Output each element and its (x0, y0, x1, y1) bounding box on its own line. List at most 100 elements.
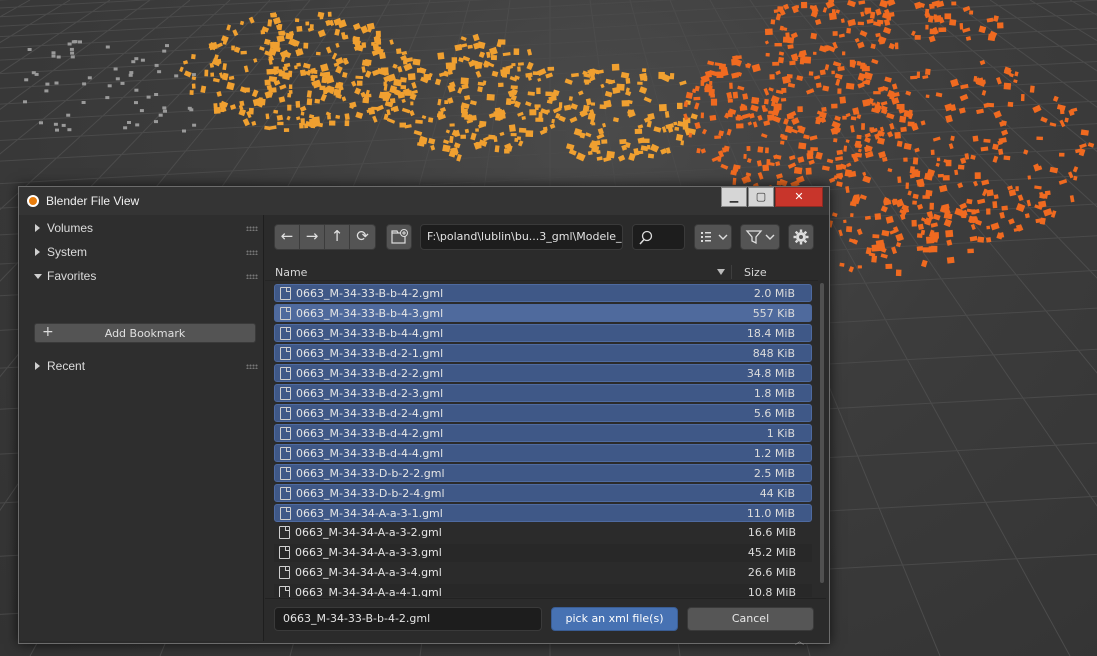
file-row[interactable]: 0663_M-34-33-B-d-2-3.gml 1.8 MiB (274, 384, 812, 402)
file-list[interactable]: 0663_M-34-33-B-b-4-2.gml 2.0 MiB 0663_M-34… (265, 283, 818, 597)
file-size: 16.6 MiB (747, 526, 796, 539)
sidebar-section-system[interactable]: System (20, 242, 264, 264)
sidebar-section-recent[interactable]: Recent (20, 356, 264, 378)
filename-input[interactable]: 0663_M-34-33-B-b-4-2.gml (274, 607, 542, 631)
back-arrow-icon[interactable]: ← (275, 225, 300, 249)
file-name: 0663_M-34-33-B-b-4-2.gml (296, 287, 444, 300)
file-row[interactable]: 0663_M-34-34-A-a-3-1.gml 11.0 MiB (274, 504, 812, 522)
search-icon (639, 230, 653, 245)
file-icon (279, 566, 290, 579)
display-mode-dropdown[interactable] (694, 224, 732, 250)
navigation-buttons: ← → ↑ ⟳ (274, 224, 376, 250)
search-input[interactable] (632, 224, 685, 250)
chevron-down-icon (765, 234, 775, 240)
file-name: 0663_M-34-33-B-d-4-2.gml (296, 427, 444, 440)
file-row[interactable]: 0663_M-34-33-D-b-2-4.gml 44 KiB (274, 484, 812, 502)
file-icon (279, 546, 290, 559)
file-row[interactable]: 0663_M-34-33-B-d-4-4.gml 1.2 MiB (274, 444, 812, 462)
file-row[interactable]: 0663_M-34-33-D-b-2-2.gml 2.5 MiB (274, 464, 812, 482)
scrollbar-thumb[interactable] (820, 283, 824, 583)
file-row[interactable]: 0663_M-34-34-A-a-3-4.gml 26.6 MiB (274, 564, 812, 582)
sidebar-section-volumes[interactable]: Volumes (20, 218, 264, 240)
file-row[interactable]: 0663_M-34-34-A-a-3-3.gml 45.2 MiB (274, 544, 812, 562)
file-size: 2.0 MiB (753, 287, 795, 300)
file-row[interactable]: 0663_M-34-34-A-a-3-2.gml 16.6 MiB (274, 524, 812, 542)
file-list-header: Name Size (265, 263, 818, 281)
chevron-up-icon[interactable]: ︿ (795, 634, 804, 647)
file-icon (280, 387, 291, 400)
cancel-button[interactable]: Cancel (687, 607, 814, 631)
file-name: 0663_M-34-33-D-b-2-2.gml (296, 467, 445, 480)
expand-arrow-icon (35, 224, 40, 232)
file-name: 0663_M-34-34-A-a-3-4.gml (295, 566, 442, 579)
chevron-down-icon (718, 234, 728, 240)
sort-descending-icon[interactable] (717, 269, 725, 275)
window-title: Blender File View (46, 194, 140, 208)
file-toolbar: ← → ↑ ⟳ F:\poland\lublin\bu...3_gml\Mode… (265, 215, 826, 263)
file-row[interactable]: 0663_M-34-33-B-d-4-2.gml 1 KiB (274, 424, 812, 442)
bottom-bar: 0663_M-34-33-B-b-4-2.gml pick an xml fil… (265, 598, 826, 647)
file-icon (279, 586, 290, 597)
drag-grip-icon[interactable] (246, 250, 258, 255)
collapse-arrow-icon (34, 274, 42, 279)
file-list-scrollbar[interactable] (818, 263, 826, 597)
settings-button[interactable] (788, 224, 814, 250)
file-icon (280, 447, 291, 460)
file-size: 848 KiB (752, 347, 795, 360)
file-row[interactable]: 0663_M-34-33-B-d-2-1.gml 848 KiB (274, 344, 812, 362)
sidebar-section-favorites[interactable]: Favorites (20, 266, 264, 288)
blender-logo-icon (27, 195, 39, 207)
file-size: 18.4 MiB (746, 327, 795, 340)
file-row[interactable]: 0663_M-34-33-B-d-2-2.gml 34.8 MiB (274, 364, 812, 382)
forward-arrow-icon[interactable]: → (300, 225, 325, 249)
file-name: 0663_M-34-34-A-a-4-1.gml (295, 586, 442, 597)
file-name: 0663_M-34-34-A-a-3-3.gml (295, 546, 442, 559)
file-icon (280, 307, 291, 320)
file-size: 1.2 MiB (753, 447, 795, 460)
file-size: 34.8 MiB (746, 367, 795, 380)
file-row[interactable]: 0663_M-34-33-B-d-2-4.gml 5.6 MiB (274, 404, 812, 422)
drag-grip-icon[interactable] (246, 364, 258, 369)
sidebar: Volumes System Favorites + Add Bookmark … (20, 215, 264, 641)
column-header-name[interactable]: Name (275, 266, 307, 279)
file-icon (280, 467, 291, 480)
column-header-size[interactable]: Size (744, 266, 767, 279)
file-size: 1.8 MiB (753, 387, 795, 400)
file-size: 1 KiB (766, 427, 795, 440)
minimize-button[interactable]: ▁ (721, 187, 747, 207)
filter-dropdown[interactable] (740, 224, 780, 250)
file-size: 11.0 MiB (746, 507, 795, 520)
file-name: 0663_M-34-33-B-d-2-4.gml (296, 407, 444, 420)
file-size: 2.5 MiB (753, 467, 795, 480)
column-divider[interactable] (731, 265, 732, 279)
file-name: 0663_M-34-33-B-d-4-4.gml (296, 447, 444, 460)
close-button[interactable]: ✕ (775, 187, 823, 207)
file-row[interactable]: 0663_M-34-33-B-b-4-2.gml 2.0 MiB (274, 284, 812, 302)
drag-grip-icon[interactable] (246, 226, 258, 231)
maximize-button[interactable]: ▢ (748, 187, 774, 207)
parent-directory-icon[interactable]: ↑ (325, 225, 350, 249)
file-row[interactable]: 0663_M-34-33-B-b-4-3.gml 557 KiB (274, 304, 812, 322)
file-icon (280, 407, 291, 420)
file-browser-dialog: Blender File View ▁ ▢ ✕ Volumes System F… (18, 186, 830, 647)
confirm-button[interactable]: pick an xml file(s) (551, 607, 678, 631)
directory-path-input[interactable]: F:\poland\lublin\bu...3_gml\Modele_3D\ (420, 224, 623, 250)
file-row[interactable]: 0663_M-34-34-A-a-4-1.gml 10.8 MiB (274, 584, 812, 597)
refresh-icon[interactable]: ⟳ (350, 225, 375, 249)
file-size: 557 KiB (752, 307, 795, 320)
file-icon (280, 367, 291, 380)
file-size: 44 KiB (759, 487, 795, 500)
file-icon (280, 487, 291, 500)
file-size: 5.6 MiB (753, 407, 795, 420)
file-name: 0663_M-34-34-A-a-3-2.gml (295, 526, 442, 539)
list-icon (701, 232, 728, 242)
title-bar[interactable]: Blender File View ▁ ▢ ✕ (19, 187, 829, 215)
file-name: 0663_M-34-33-B-b-4-4.gml (296, 327, 444, 340)
new-folder-button[interactable] (386, 224, 412, 250)
sidebar-section-recent-wrapper (20, 326, 264, 348)
drag-grip-icon[interactable] (246, 274, 258, 279)
file-row[interactable]: 0663_M-34-33-B-b-4-4.gml 18.4 MiB (274, 324, 812, 342)
funnel-icon (745, 230, 775, 245)
expand-arrow-icon (35, 362, 40, 370)
expand-arrow-icon (35, 248, 40, 256)
